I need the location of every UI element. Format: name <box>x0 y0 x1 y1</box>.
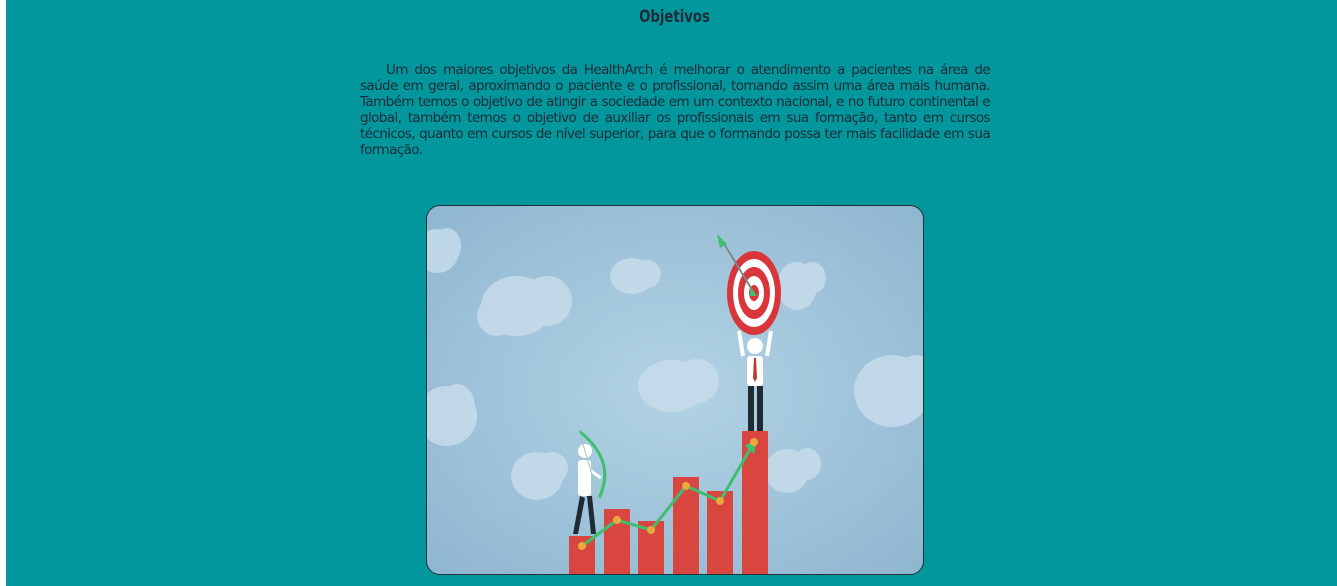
objectives-section: Objetivos Um dos maiores objetivos da He… <box>6 0 1337 586</box>
goal-illustration-image <box>426 205 924 575</box>
section-title: Objetivos <box>639 7 710 27</box>
objectives-paragraph: Um dos maiores objetivos da HealthArch é… <box>360 61 991 158</box>
goal-achievement-illustration-icon <box>427 206 923 574</box>
